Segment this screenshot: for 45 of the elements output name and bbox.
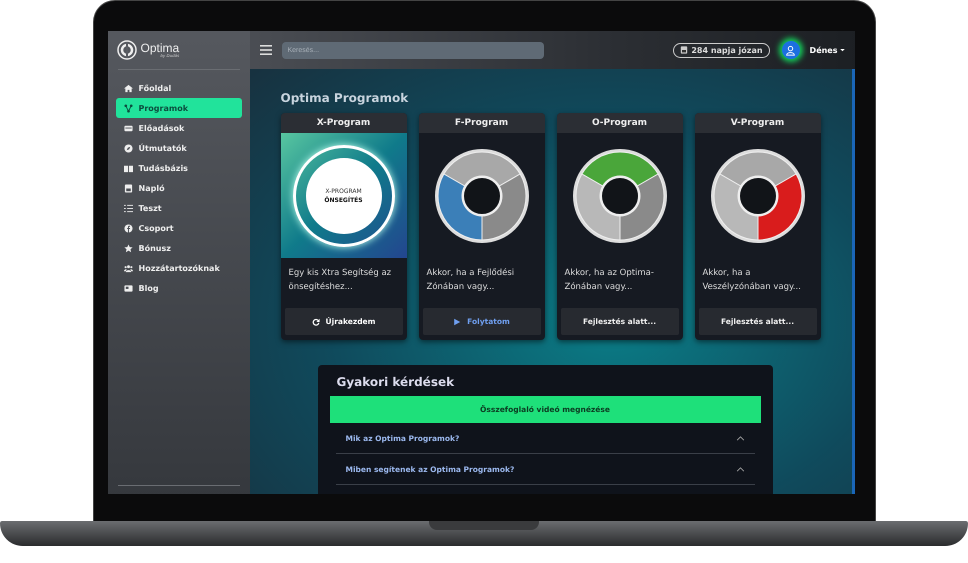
card-description: Akkor, ha a Veszélyzónában vagy... (702, 267, 802, 294)
sidebar-item[interactable]: Bónusz (116, 238, 242, 258)
sidebar-item[interactable]: Hozzátartozóknak (116, 258, 242, 278)
card-title: V-Program (694, 113, 820, 133)
sidebar-item[interactable]: Blog (116, 278, 242, 298)
menu-icon[interactable] (260, 45, 272, 55)
sidebar-item[interactable]: Csoport (116, 218, 242, 238)
circle-f-icon (124, 224, 132, 232)
logo-name: Optima (140, 42, 180, 54)
star-icon (124, 244, 132, 252)
sidebar-item[interactable]: Napló (116, 178, 242, 198)
compass-icon (124, 144, 132, 152)
notebook-icon (124, 184, 132, 192)
newspaper-icon (124, 284, 132, 292)
sidebar-item[interactable]: Tudásbázis (116, 158, 242, 178)
card-title: O-Program (556, 113, 682, 133)
sidebar-item[interactable]: Útmutatók (116, 138, 242, 158)
card-description: Akkor, ha az Optima-Zónában vagy... (564, 267, 655, 294)
book-icon (124, 164, 132, 172)
page-title: Optima Programok (280, 91, 410, 105)
logo-icon (116, 40, 136, 60)
user-menu[interactable]: Dénes (810, 46, 844, 54)
faq-title: Gyakori kérdések (336, 375, 456, 389)
chevron-up-icon (736, 466, 744, 472)
avatar[interactable] (782, 41, 800, 59)
list-icon (124, 204, 132, 212)
notebook-icon (680, 46, 688, 54)
people-icon (124, 264, 132, 272)
chevron-up-icon (736, 436, 744, 440)
refresh-icon (312, 318, 320, 326)
sidebar-item[interactable]: Programok (116, 98, 242, 118)
card-title: X-Program (280, 113, 406, 133)
network-icon (124, 104, 132, 112)
user-icon (785, 44, 796, 56)
sidebar-item[interactable]: Előadások (116, 118, 242, 138)
card-description: Egy kis Xtra Segítség az önsegítéshez... (288, 267, 392, 294)
card-description: Akkor, ha a Fejlődési Zónában vagy... (426, 267, 516, 294)
home-icon (124, 84, 132, 92)
caret-icon (840, 48, 844, 52)
play-icon (453, 318, 462, 326)
sidebar-item[interactable]: Teszt (116, 198, 242, 218)
card-icon (124, 124, 132, 132)
sober-days-badge: 284 napja józan (673, 42, 770, 58)
sidebar-item[interactable]: Főoldal (116, 78, 242, 98)
card-title: F-Program (418, 113, 544, 133)
